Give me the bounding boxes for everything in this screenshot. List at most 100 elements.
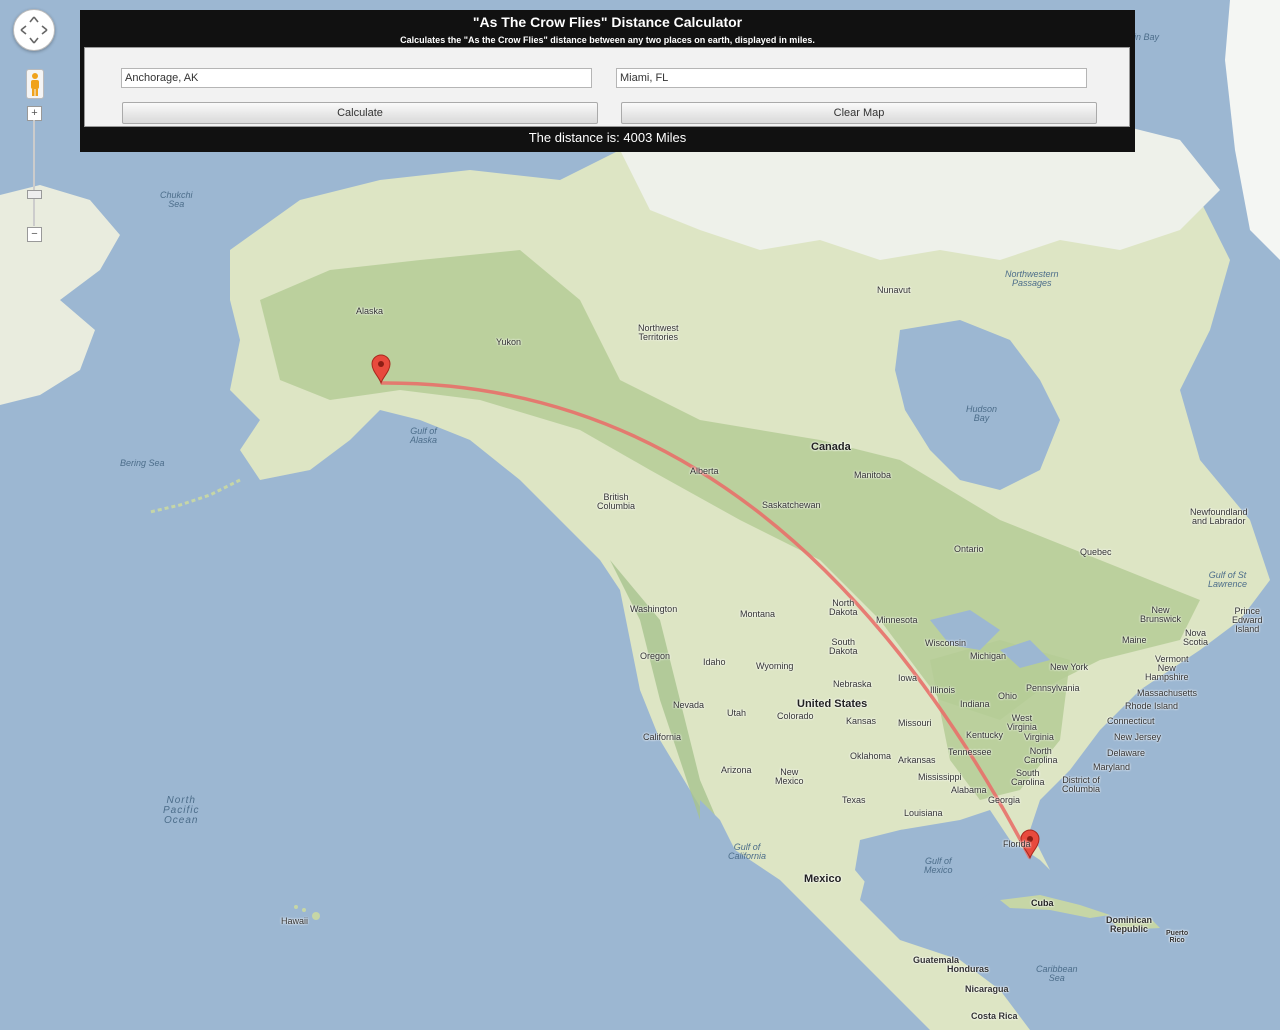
calculator-form: Calculate Clear Map: [84, 47, 1130, 127]
hawaii-island: [312, 912, 320, 920]
label-saskatchewan: Saskatchewan: [762, 500, 821, 510]
clear-map-button[interactable]: Clear Map: [621, 102, 1097, 124]
calculator-subtitle: Calculates the "As the Crow Flies" dista…: [400, 35, 815, 45]
label-north-dakota: North Dakota: [829, 598, 858, 617]
label-kentucky: Kentucky: [966, 730, 1004, 740]
label-gulf-st-lawrence: Gulf of St Lawrence: [1208, 570, 1248, 589]
label-idaho: Idaho: [703, 657, 726, 667]
map-canvas[interactable]: [0, 0, 1280, 1030]
calculator-panel: "As The Crow Flies" Distance Calculator …: [80, 10, 1135, 152]
label-dominican-republic: Dominican Republic: [1106, 915, 1153, 934]
label-nw-territories: Northwest Territories: [638, 323, 679, 342]
label-alaska: Alaska: [356, 306, 384, 316]
label-michigan: Michigan: [970, 651, 1007, 661]
label-maryland: Maryland: [1093, 762, 1131, 772]
label-montana: Montana: [740, 609, 776, 619]
label-new-mexico: New Mexico: [775, 767, 804, 786]
label-new-jersey: New Jersey: [1114, 732, 1162, 742]
label-indiana: Indiana: [960, 699, 990, 709]
label-new-york: New York: [1050, 662, 1089, 672]
label-nicaragua: Nicaragua: [965, 984, 1009, 994]
label-bering-sea: Bering Sea: [120, 458, 165, 468]
pegman-icon: [31, 73, 39, 96]
label-puerto-rico: Puerto Rico: [1166, 930, 1189, 944]
street-view-pegman[interactable]: [26, 69, 44, 99]
label-west-virginia: West Virginia: [1007, 713, 1037, 732]
label-georgia: Georgia: [988, 795, 1021, 805]
label-new-hampshire: New Hampshire: [1145, 663, 1189, 682]
label-chukchi-sea: Chukchi Sea: [160, 190, 193, 209]
label-virginia: Virginia: [1024, 732, 1054, 742]
label-mississippi: Mississippi: [918, 772, 962, 782]
label-illinois: Illinois: [930, 685, 956, 695]
label-ohio: Ohio: [998, 691, 1018, 701]
label-dc: District of Columbia: [1062, 775, 1101, 794]
label-kansas: Kansas: [846, 716, 877, 726]
label-costa-rica: Costa Rica: [971, 1011, 1018, 1021]
label-cuba: Cuba: [1031, 898, 1054, 908]
label-quebec: Quebec: [1080, 547, 1112, 557]
label-iowa: Iowa: [898, 673, 918, 683]
label-delaware: Delaware: [1107, 748, 1146, 758]
label-gulf-of-mexico: Gulf of Mexico: [924, 856, 953, 875]
label-texas: Texas: [842, 795, 866, 805]
label-oklahoma: Oklahoma: [850, 751, 892, 761]
label-north-pacific: North Pacific Ocean: [163, 795, 200, 826]
label-maine: Maine: [1122, 635, 1147, 645]
calculator-title: "As The Crow Flies" Distance Calculator: [472, 14, 743, 30]
label-newfoundland: Newfoundland and Labrador: [1190, 507, 1248, 526]
label-british-columbia: British Columbia: [597, 492, 636, 511]
label-alberta: Alberta: [690, 466, 719, 476]
calculate-button[interactable]: Calculate: [122, 102, 598, 124]
label-nunavut: Nunavut: [877, 285, 911, 295]
from-location-input[interactable]: [121, 68, 592, 88]
label-nova-scotia: Nova Scotia: [1183, 628, 1209, 647]
label-gulf-of-california: Gulf of California: [728, 842, 767, 861]
label-mexico: Mexico: [804, 873, 842, 885]
label-manitoba: Manitoba: [854, 470, 892, 480]
label-florida: Florida: [1003, 839, 1031, 849]
label-nw-passages: Northwestern Passages: [1005, 269, 1059, 288]
label-colorado: Colorado: [777, 711, 814, 721]
label-new-brunswick: New Brunswick: [1140, 605, 1182, 624]
label-rhode-island: Rhode Island: [1125, 701, 1179, 711]
label-hudson-bay: Hudson Bay: [966, 404, 998, 423]
pan-control[interactable]: [13, 9, 55, 51]
label-hawaii: Hawaii: [281, 916, 309, 926]
to-location-input[interactable]: [616, 68, 1087, 88]
label-north-carolina: North Carolina: [1024, 746, 1058, 765]
label-nebraska: Nebraska: [833, 679, 872, 689]
label-pei: Prince Edward Island: [1232, 606, 1263, 634]
pan-arrows-icon: [20, 16, 48, 44]
zoom-out-button[interactable]: −: [27, 227, 42, 242]
label-canada: Canada: [811, 441, 851, 453]
label-massachusetts: Massachusetts: [1137, 688, 1198, 698]
distance-result: The distance is: 4003 Miles: [528, 130, 687, 145]
label-minnesota: Minnesota: [876, 615, 918, 625]
label-south-carolina: South Carolina: [1011, 768, 1045, 787]
label-wisconsin: Wisconsin: [925, 638, 967, 648]
label-missouri: Missouri: [898, 718, 932, 728]
label-arkansas: Arkansas: [898, 755, 936, 765]
label-yukon: Yukon: [496, 337, 522, 347]
label-arizona: Arizona: [721, 765, 752, 775]
label-louisiana: Louisiana: [904, 808, 943, 818]
label-gulf-of-alaska: Gulf of Alaska: [410, 426, 438, 445]
zoom-slider-track[interactable]: [33, 120, 35, 226]
label-ontario: Ontario: [954, 544, 984, 554]
label-tennessee: Tennessee: [948, 747, 992, 757]
label-wyoming: Wyoming: [756, 661, 794, 671]
label-utah: Utah: [727, 708, 747, 718]
label-south-dakota: South Dakota: [829, 637, 858, 656]
label-oregon: Oregon: [640, 651, 671, 661]
label-caribbean-sea: Caribbean Sea: [1036, 964, 1078, 983]
zoom-slider-thumb[interactable]: [27, 190, 42, 199]
label-alabama: Alabama: [951, 785, 987, 795]
zoom-in-button[interactable]: +: [27, 106, 42, 121]
label-honduras: Honduras: [947, 964, 990, 974]
label-pennsylvania: Pennsylvania: [1026, 683, 1080, 693]
label-united-states: United States: [797, 698, 868, 710]
label-washington: Washington: [630, 604, 678, 614]
label-nevada: Nevada: [673, 700, 705, 710]
label-california: California: [643, 732, 682, 742]
